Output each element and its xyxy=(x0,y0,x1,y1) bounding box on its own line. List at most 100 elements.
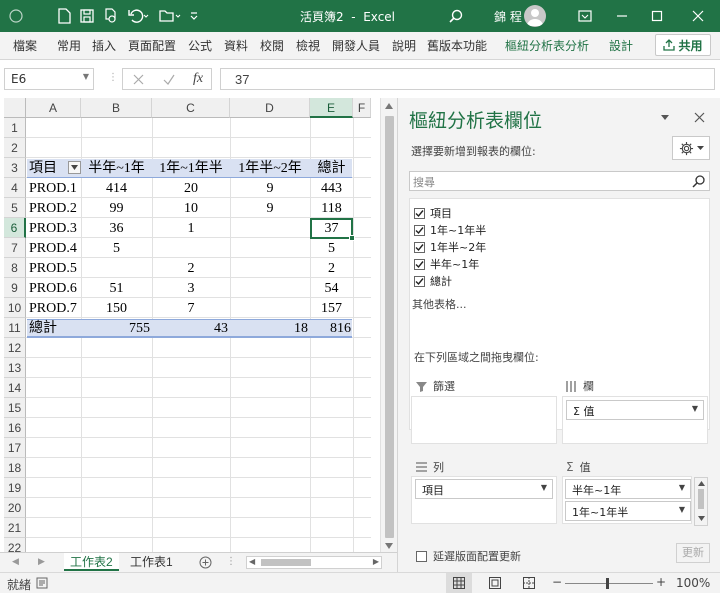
print-preview-icon[interactable] xyxy=(101,6,121,26)
scroll-thumb[interactable] xyxy=(698,489,704,509)
next-sheet-icon[interactable]: ▶ xyxy=(38,557,45,567)
field-item[interactable]: 1年~1年半 xyxy=(414,222,486,238)
tab-developer[interactable]: 開發人員 xyxy=(332,37,380,54)
tab-review[interactable]: 校閱 xyxy=(260,37,284,54)
value-cell[interactable]: 9 xyxy=(230,199,310,219)
row-header[interactable]: 1 xyxy=(4,118,26,138)
field-settings-button[interactable] xyxy=(672,136,710,160)
zoom-slider[interactable] xyxy=(565,583,653,584)
values-field-chip[interactable]: 半年~1年 ▼ xyxy=(565,479,691,499)
value-cell[interactable]: 3 xyxy=(152,279,230,299)
row-header[interactable]: 4 xyxy=(4,178,26,198)
rows-field-chip[interactable]: 項目 ▼ xyxy=(415,479,553,499)
fill-handle[interactable] xyxy=(349,235,355,241)
sheet-tab-active[interactable]: 工作表2 xyxy=(64,553,119,571)
h-scroll-thumb[interactable] xyxy=(261,559,311,566)
value-cell[interactable] xyxy=(230,259,310,279)
field-checkbox[interactable] xyxy=(414,275,425,287)
row-header[interactable]: 7 xyxy=(4,238,26,258)
row-total-cell[interactable]: 2 xyxy=(310,259,353,279)
values-drop-area[interactable]: 半年~1年 ▼ 1年~1年半 ▼ xyxy=(562,476,692,524)
active-cell-selection[interactable] xyxy=(310,218,355,241)
value-cell[interactable] xyxy=(81,259,152,279)
worksheet-grid[interactable]: A B C D E F 1 2 3 4 5 6 7 8 9 10 11 12 13 14 15 16 17 18 1… xyxy=(4,98,371,552)
select-all-corner[interactable] xyxy=(4,98,26,118)
tab-view[interactable]: 檢視 xyxy=(296,37,320,54)
page-layout-icon[interactable] xyxy=(489,577,501,589)
row-header[interactable]: 12 xyxy=(4,338,26,358)
insert-function-button[interactable]: fx xyxy=(193,71,203,87)
row-header[interactable]: 3 xyxy=(4,158,26,178)
maximize-icon[interactable] xyxy=(647,6,667,26)
row-label-cell[interactable]: PROD.5 xyxy=(27,259,81,279)
field-checkbox[interactable] xyxy=(414,207,425,219)
columns-values-chip[interactable]: Σ 值 ▼ xyxy=(566,400,704,420)
tab-splitter[interactable]: ⋮ xyxy=(226,556,236,567)
row-total-cell[interactable]: 54 xyxy=(310,279,353,299)
pane-options-icon[interactable] xyxy=(661,115,669,120)
formula-bar-splitter[interactable]: ⋮ xyxy=(108,72,118,83)
scroll-thumb[interactable] xyxy=(385,116,394,538)
grand-total-cell[interactable]: 816 xyxy=(310,319,353,339)
tab-page-layout[interactable]: 頁面配置 xyxy=(128,37,176,54)
accessibility-icon[interactable] xyxy=(36,577,48,589)
row-label-cell[interactable]: PROD.2 xyxy=(27,199,81,219)
column-header[interactable]: C xyxy=(152,98,230,118)
undo-icon[interactable] xyxy=(126,6,150,26)
close-icon[interactable] xyxy=(688,6,708,26)
row-header[interactable]: 14 xyxy=(4,378,26,398)
scroll-up-icon[interactable] xyxy=(385,103,393,109)
tab-insert[interactable]: 插入 xyxy=(92,37,116,54)
prev-sheet-icon[interactable]: ◀ xyxy=(12,557,19,567)
scroll-left-icon[interactable]: ◀ xyxy=(249,557,255,566)
autosave-icon[interactable] xyxy=(6,6,26,26)
value-cell[interactable]: 1 xyxy=(152,219,230,239)
row-header[interactable]: 16 xyxy=(4,418,26,438)
value-cell[interactable]: 36 xyxy=(81,219,152,239)
value-cell[interactable] xyxy=(230,299,310,319)
row-header[interactable]: 2 xyxy=(4,138,26,158)
row-header[interactable]: 6 xyxy=(4,218,26,238)
value-cell[interactable] xyxy=(152,239,230,259)
column-header[interactable]: A xyxy=(26,98,81,118)
scroll-down-icon[interactable] xyxy=(698,516,705,521)
add-sheet-icon[interactable] xyxy=(199,556,212,569)
row-total-cell[interactable]: 443 xyxy=(310,179,353,199)
zoom-level[interactable]: 100% xyxy=(676,576,710,590)
share-button[interactable]: 共用 xyxy=(655,34,711,56)
row-header[interactable]: 18 xyxy=(4,458,26,478)
row-header[interactable]: 15 xyxy=(4,398,26,418)
grand-total-cell[interactable]: 18 xyxy=(230,319,310,339)
field-item[interactable]: 1年半~2年 xyxy=(414,239,486,255)
value-cell[interactable]: 150 xyxy=(81,299,152,319)
scroll-down-icon[interactable] xyxy=(385,543,393,549)
columns-drop-area[interactable]: Σ 值 ▼ xyxy=(562,396,708,444)
row-header[interactable]: 5 xyxy=(4,198,26,218)
row-header[interactable]: 11 xyxy=(4,318,26,338)
chevron-down-icon[interactable]: ▼ xyxy=(541,483,547,492)
tab-file[interactable]: 檔案 xyxy=(13,37,37,54)
row-label-cell[interactable]: PROD.7 xyxy=(27,299,81,319)
zoom-in-button[interactable]: + xyxy=(656,575,666,589)
ribbon-display-icon[interactable] xyxy=(575,6,595,26)
column-header[interactable]: F xyxy=(353,98,371,118)
tab-data[interactable]: 資料 xyxy=(224,37,248,54)
column-header[interactable]: E xyxy=(310,98,353,118)
tab-legacy[interactable]: 舊版本功能 xyxy=(427,37,487,54)
update-button[interactable]: 更新 xyxy=(676,543,710,563)
zoom-slider-thumb[interactable] xyxy=(606,578,609,589)
cancel-icon[interactable] xyxy=(133,74,144,85)
row-header[interactable]: 17 xyxy=(4,438,26,458)
chevron-down-icon[interactable]: ▼ xyxy=(83,72,89,81)
field-search-input[interactable]: 搜尋 xyxy=(409,171,710,191)
filters-drop-area[interactable] xyxy=(411,396,557,444)
more-tables-link[interactable]: 其他表格... xyxy=(412,296,467,312)
tab-pivot-analyze[interactable]: 樞紐分析表分析 xyxy=(505,37,589,54)
row-header[interactable]: 20 xyxy=(4,498,26,518)
row-label-cell[interactable]: PROD.4 xyxy=(27,239,81,259)
tab-help[interactable]: 說明 xyxy=(392,37,416,54)
open-folder-icon[interactable] xyxy=(158,6,182,26)
value-cell[interactable]: 51 xyxy=(81,279,152,299)
row-total-cell[interactable]: 157 xyxy=(310,299,353,319)
minimize-icon[interactable] xyxy=(612,6,632,26)
